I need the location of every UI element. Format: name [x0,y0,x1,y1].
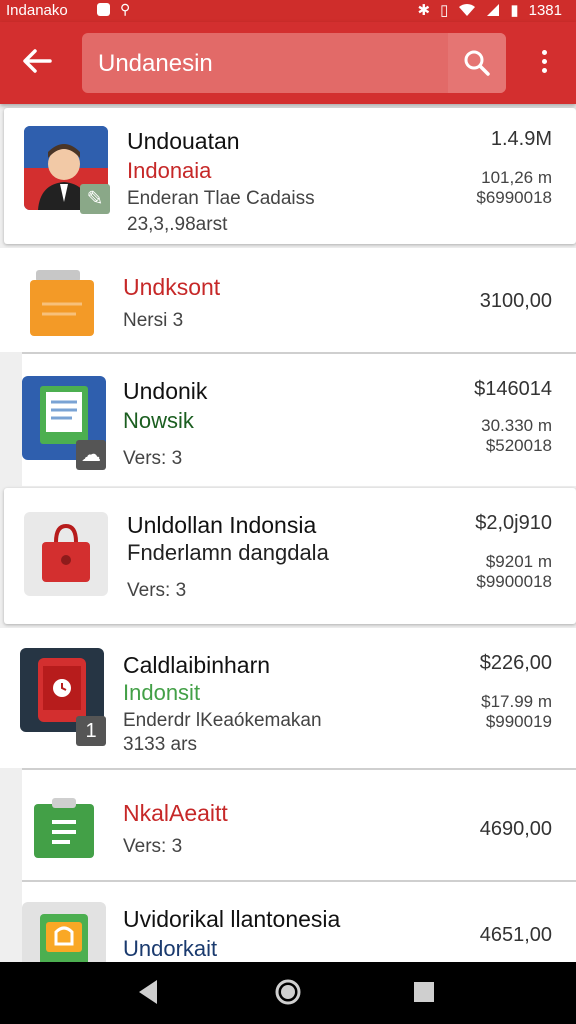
item-detail: 3133 ars [123,734,197,755]
search-input[interactable]: Undanesin [98,50,213,78]
item-price: 4651,00 [479,924,552,946]
item-title: Undksont [123,274,221,300]
tool-icon: ✎ [80,184,110,214]
count-badge: 1 [76,716,106,746]
search-button[interactable] [448,33,506,93]
overflow-menu-icon[interactable] [530,46,558,80]
carrier-label: Indanako [6,2,68,19]
item-title: Undouatan [127,128,240,154]
bag-icon [24,512,108,596]
item-description: Enderdr lKeaókemakan [123,710,322,731]
item-title: NkalAeaitt [123,800,228,826]
back-arrow-icon[interactable] [20,44,54,78]
list-item[interactable]: ☁ Undonik Nowsik Vers: 3 $146014 30.330 … [22,352,576,486]
item-size: $17.99 m [481,692,552,711]
item-size: 30.330 m [481,416,552,435]
app-toolbar: Undanesin [0,22,576,104]
list-item[interactable]: Unldollan Indonsia Fnderlamn dangdala Ve… [4,488,576,624]
list-item[interactable]: Undksont Nersi 3 3100,00 [0,248,576,352]
item-price: $146014 [474,378,552,400]
item-subtitle: Fnderlamn dangdala [127,540,329,565]
item-size-secondary: $990019 [485,712,552,731]
item-title: Unldollan Indonsia [127,512,317,538]
item-description: Enderan Tlae Cadaiss [127,188,315,209]
notification-icon [97,3,110,16]
item-title: Undonik [123,378,208,404]
list-item[interactable]: Uvidorikal llantonesia Undorkait 4651,00 [22,880,576,964]
usb-icon: ⚲ [120,1,131,17]
wifi-icon [459,3,476,17]
item-subtitle: Indonsit [123,680,201,705]
list-item[interactable]: ✎ Undouatan Indonaia Enderan Tlae Cadais… [4,108,576,244]
briefcase-icon [22,902,106,964]
item-title: Uvidorikal llantonesia [123,906,341,932]
search-field[interactable]: Undanesin [82,33,506,93]
item-size: 101,26 m [481,168,552,187]
item-version: Vers: 3 [127,580,187,601]
nav-recents-icon[interactable] [412,980,436,1004]
item-size: $9201 m [485,552,552,571]
item-version: Vers: 3 [123,448,183,469]
item-size-secondary: $520018 [485,436,552,455]
battery-icon: ▮ [510,2,519,19]
list-item[interactable]: NkalAeaitt Vers: 3 4690,00 [22,768,576,882]
item-detail: 23,3,.98arst [127,214,228,235]
item-subtitle: Undorkait [123,936,218,961]
item-price: $2,0j910 [475,512,552,534]
item-price: 3100,00 [479,290,552,312]
item-size-secondary: $9900018 [476,572,552,591]
item-price: $226,00 [479,652,552,674]
item-subtitle: Indonaia [127,158,212,183]
search-icon [464,50,490,76]
clock: 1381 [528,1,562,19]
clipboard-icon [22,790,106,874]
nav-back-icon[interactable] [135,978,161,1006]
vibrate-icon: ▯ [440,2,449,19]
item-subtitle: Nowsik [123,408,194,433]
item-size-secondary: $6990018 [476,188,552,207]
status-bar: Indanako ⚲ ✱ ▯ ▮ 1381 [0,0,576,22]
chat-icon: ☁ [76,440,106,470]
nav-home-icon[interactable] [274,977,302,1007]
item-version: Vers: 3 [123,836,183,857]
folder-icon [20,270,104,354]
item-title: Caldlaibinharn [123,652,271,678]
item-version: Nersi 3 [123,310,184,331]
signal-icon [487,4,500,16]
list-item[interactable]: 1 Caldlaibinharn Indonsit Enderdr lKeaók… [0,628,576,768]
item-price: 1.4.9M [490,128,552,150]
system-nav-bar [0,962,576,1024]
item-price: 4690,00 [479,818,552,840]
bluetooth-icon: ✱ [417,2,431,19]
